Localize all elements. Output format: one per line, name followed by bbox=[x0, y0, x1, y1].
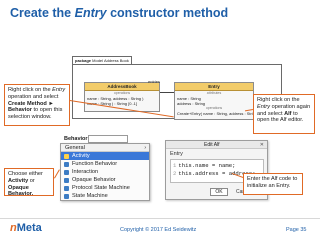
behavior-field[interactable] bbox=[88, 135, 128, 143]
callout-bold: Alf bbox=[284, 110, 292, 117]
package-keyword: package bbox=[75, 58, 92, 63]
editor-element-name: Entry bbox=[170, 151, 183, 157]
footer-divider bbox=[0, 218, 320, 219]
editor-titlebar: Edit Alf ✕ bbox=[166, 141, 267, 149]
editor-title: Edit Alf bbox=[204, 142, 220, 148]
callout-bold: Activity bbox=[8, 177, 29, 184]
callout-text: Right click on the bbox=[257, 97, 300, 103]
menu-item-activity[interactable]: Activity bbox=[61, 152, 149, 160]
behavior-selection-menu[interactable]: General › Activity Function Behavior Int… bbox=[60, 143, 150, 201]
callout-enter-code: Enter the Alf code to initialize an Entr… bbox=[243, 173, 303, 195]
title-suffix: constructor method bbox=[110, 6, 229, 20]
menu-header-label: General bbox=[65, 145, 85, 151]
class-entry[interactable]: Entry attributes name : String address :… bbox=[174, 82, 254, 120]
menu-item-interaction[interactable]: Interaction bbox=[61, 168, 149, 176]
title-prefix: Create the bbox=[10, 6, 72, 20]
class-name: AddressBook bbox=[85, 83, 159, 91]
callout-bold: Create Method ► bbox=[8, 100, 54, 107]
line-number: 1 bbox=[173, 162, 177, 169]
logo-prefix: n bbox=[10, 222, 17, 234]
package-sub: Address Book bbox=[103, 58, 129, 63]
menu-item-label: Protocol State Machine bbox=[72, 185, 130, 191]
menu-item-state-machine[interactable]: State Machine bbox=[61, 192, 149, 200]
menu-item-opaque-behavior[interactable]: Opaque Behavior bbox=[61, 176, 149, 184]
slide-title: Create the Entry constructor method bbox=[10, 6, 228, 20]
title-italic: Entry bbox=[74, 6, 107, 20]
activity-icon bbox=[64, 153, 69, 159]
callout-text: Choose either bbox=[8, 171, 43, 177]
class-name: Entry bbox=[175, 83, 253, 91]
callout-arrow bbox=[54, 169, 60, 179]
close-icon[interactable]: ✕ bbox=[260, 141, 264, 149]
menu-item-label: Interaction bbox=[72, 169, 99, 175]
menu-header[interactable]: General › bbox=[61, 144, 149, 152]
behavior-label: Behavior: bbox=[64, 136, 90, 142]
callout-choose-behavior: Choose either Activity or Opaque Behavio… bbox=[4, 168, 54, 198]
association-label: entries bbox=[148, 79, 161, 84]
logo-text: Meta bbox=[16, 222, 42, 234]
interaction-icon bbox=[64, 169, 69, 175]
package-name: Model bbox=[92, 58, 104, 63]
menu-item-label: Opaque Behavior bbox=[72, 177, 116, 183]
opaque-behavior-icon bbox=[64, 177, 69, 183]
callout-italic: Entry bbox=[52, 87, 66, 93]
menu-item-function-behavior[interactable]: Function Behavior bbox=[61, 160, 149, 168]
callout-text: Right click on the bbox=[8, 87, 51, 93]
association-line bbox=[160, 92, 174, 93]
state-machine-icon bbox=[64, 193, 69, 199]
ok-button[interactable]: OK bbox=[210, 188, 228, 196]
menu-item-protocol-state-machine[interactable]: Protocol State Machine bbox=[61, 184, 149, 192]
code-text: this.name = name; bbox=[178, 162, 236, 169]
callout-bold: Behavior bbox=[8, 107, 32, 114]
callout-text: or bbox=[29, 177, 35, 184]
page-number: Page 35 bbox=[286, 227, 307, 233]
line-number: 2 bbox=[173, 170, 177, 177]
copyright-text: Copyright © 2017 Ed Seidewitz bbox=[120, 227, 197, 233]
callout-text: Enter the Alf code to initialize an Entr… bbox=[247, 176, 298, 189]
chevron-right-icon: › bbox=[144, 145, 146, 151]
callout-create-method: Right click on the Entry operation and s… bbox=[4, 84, 70, 126]
menu-item-label: Function Behavior bbox=[72, 161, 118, 167]
callout-text: operation and select bbox=[8, 93, 59, 100]
callout-italic: Entry bbox=[257, 103, 271, 110]
menu-item-label: State Machine bbox=[72, 193, 108, 199]
code-line: 1 this.name = name; bbox=[173, 162, 261, 170]
callout-bold: Opaque Behavior. bbox=[8, 184, 34, 198]
function-behavior-icon bbox=[64, 161, 69, 167]
protocol-state-machine-icon bbox=[64, 185, 69, 191]
class-row-operation[interactable]: Create+Entry( name : String, address : S… bbox=[175, 111, 253, 116]
nmeta-logo: nMeta bbox=[10, 222, 42, 234]
menu-item-label: Activity bbox=[72, 153, 90, 159]
callout-open-alf: Right click on the Entry operation again… bbox=[253, 94, 315, 134]
